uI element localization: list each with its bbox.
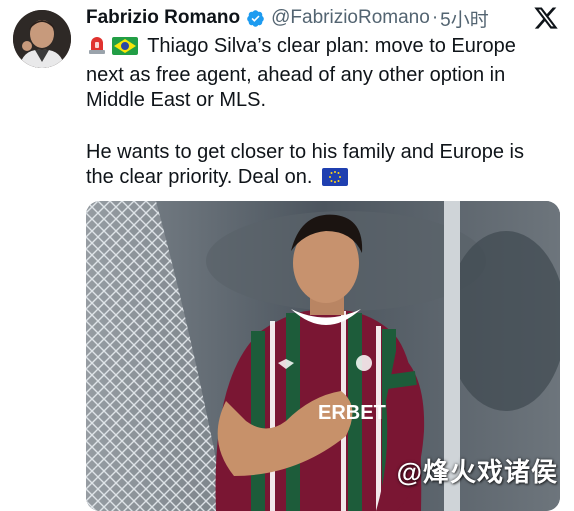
shirt-sponsor-text: ERBET bbox=[318, 402, 386, 424]
tweet-line-2: He wants to get closer to his family and… bbox=[86, 140, 524, 189]
x-logo-icon[interactable] bbox=[533, 5, 559, 31]
tweet-paragraph-1: Thiago Silva’s clear plan: move to Europ… bbox=[86, 34, 556, 114]
tweet-text: Thiago Silva’s clear plan: move to Europ… bbox=[86, 34, 556, 194]
separator-dot: · bbox=[431, 7, 439, 28]
tweet-paragraph-2: He wants to get closer to his family and… bbox=[86, 140, 556, 194]
author-name[interactable]: Fabrizio Romano bbox=[86, 7, 240, 29]
avatar[interactable] bbox=[13, 10, 71, 68]
author-handle[interactable]: @FabrizioRomano bbox=[271, 7, 430, 29]
tweet-header: Fabrizio Romano @FabrizioRomano · 5小时 bbox=[86, 5, 544, 31]
watermark: @烽火戏诸侯 bbox=[396, 457, 558, 487]
siren-emoji-icon bbox=[86, 35, 108, 63]
eu-flag-emoji-icon bbox=[321, 168, 348, 194]
timestamp[interactable]: 5小时 bbox=[440, 5, 489, 32]
tweet-line-1: Thiago Silva’s clear plan: move to Europ… bbox=[86, 35, 516, 111]
brazil-flag-emoji-icon bbox=[112, 37, 138, 63]
verified-badge-icon bbox=[246, 9, 265, 28]
